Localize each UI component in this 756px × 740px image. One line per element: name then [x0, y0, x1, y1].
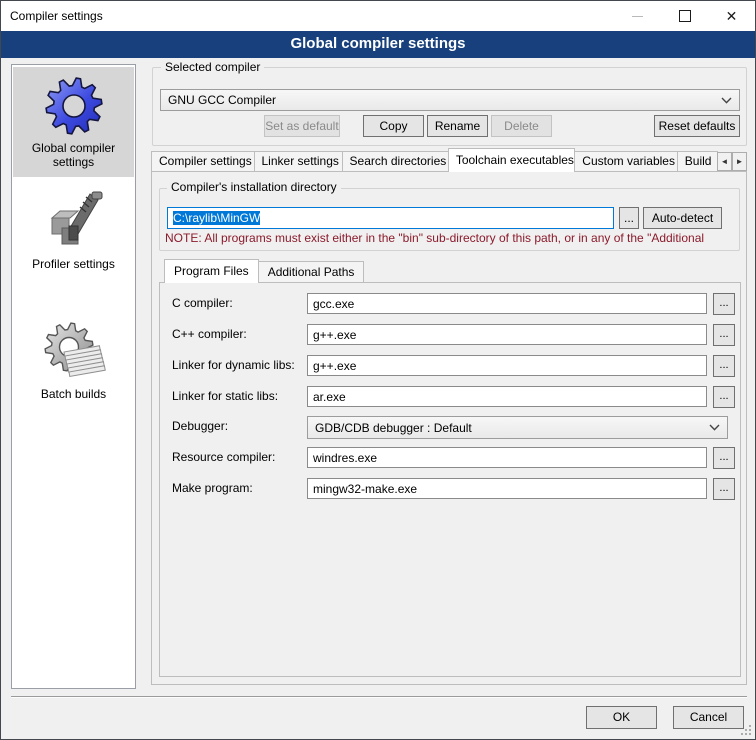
subtab-program-files[interactable]: Program Files — [164, 259, 259, 283]
tab-compiler-settings[interactable]: Compiler settings — [151, 151, 255, 171]
set-as-default-button[interactable]: Set as default — [264, 115, 340, 137]
tab-scroll-left-button[interactable]: ◄ — [717, 152, 732, 171]
cancel-button[interactable]: Cancel — [673, 706, 744, 729]
gear-stack-icon — [42, 320, 106, 384]
ok-button[interactable]: OK — [586, 706, 657, 729]
debugger-select[interactable]: GDB/CDB debugger : Default — [307, 416, 728, 439]
selected-compiler-group: Selected compiler GNU GCC Compiler Set a… — [152, 67, 747, 146]
field-label: Linker for static libs: — [172, 389, 278, 403]
program-files-panel: C compiler: ... C++ compiler: ... Linker… — [159, 282, 741, 677]
sidebar-item-label: Batch builds — [13, 387, 134, 401]
blue-gear-icon — [42, 74, 106, 138]
browse-resource-compiler-button[interactable]: ... — [713, 447, 735, 469]
cpp-compiler-input[interactable] — [307, 324, 707, 345]
compiler-select-value: GNU GCC Compiler — [168, 93, 276, 107]
reset-defaults-button[interactable]: Reset defaults — [654, 115, 740, 137]
sidebar-item-batch-builds[interactable]: Batch builds — [13, 313, 134, 409]
resize-grip[interactable] — [749, 733, 751, 735]
static-linker-input[interactable] — [307, 386, 707, 407]
chevron-down-icon — [721, 97, 732, 104]
sidebar-item-profiler-settings[interactable]: Profiler settings — [13, 183, 134, 279]
maximize-icon — [679, 10, 691, 22]
copy-button[interactable]: Copy — [363, 115, 424, 137]
window-title: Compiler settings — [10, 9, 103, 23]
caliper-icon — [42, 190, 106, 254]
installation-directory-input[interactable]: C:\raylib\MinGW — [167, 207, 614, 229]
c-compiler-input[interactable] — [307, 293, 707, 314]
close-button[interactable]: ✕ — [708, 1, 755, 31]
selected-path-text: C:\raylib\MinGW — [173, 211, 260, 225]
tab-scroll-right-button[interactable]: ► — [732, 152, 747, 171]
minimize-button[interactable] — [614, 1, 661, 31]
field-row-resource-compiler: Resource compiler: ... — [160, 447, 740, 471]
field-row-dynamic-linker: Linker for dynamic libs: ... — [160, 355, 740, 379]
browse-static-linker-button[interactable]: ... — [713, 386, 735, 408]
sidebar-item-global-compiler-settings[interactable]: Global compiler settings — [13, 67, 134, 177]
settings-tabs: Compiler settings Linker settings Search… — [151, 148, 747, 171]
page-title: Global compiler settings — [1, 31, 755, 58]
debugger-select-value: GDB/CDB debugger : Default — [315, 421, 472, 435]
toolchain-executables-panel: Compiler's installation directory C:\ray… — [151, 171, 747, 685]
auto-detect-button[interactable]: Auto-detect — [643, 207, 722, 229]
field-row-static-linker: Linker for static libs: ... — [160, 386, 740, 410]
settings-category-list: Global compiler settings Profiler settin… — [11, 64, 136, 689]
dynamic-linker-input[interactable] — [307, 355, 707, 376]
field-row-make-program: Make program: ... — [160, 478, 740, 502]
tab-toolchain-executables[interactable]: Toolchain executables — [448, 148, 575, 172]
browse-c-compiler-button[interactable]: ... — [713, 293, 735, 315]
browse-cpp-compiler-button[interactable]: ... — [713, 324, 735, 346]
delete-button[interactable]: Delete — [491, 115, 552, 137]
maximize-button[interactable] — [661, 1, 708, 31]
group-label: Compiler's installation directory — [167, 180, 341, 194]
browse-directory-button[interactable]: ... — [619, 207, 639, 229]
field-label: Debugger: — [172, 419, 228, 433]
bin-subdirectory-note: NOTE: All programs must exist either in … — [165, 231, 745, 245]
tab-linker-settings[interactable]: Linker settings — [254, 151, 343, 171]
titlebar-buttons: ✕ — [614, 1, 755, 31]
tab-build-options[interactable]: Build — [677, 151, 718, 171]
titlebar: Compiler settings ✕ — [1, 1, 755, 31]
chevron-down-icon — [709, 424, 720, 431]
close-icon: ✕ — [726, 9, 738, 23]
field-label: Linker for dynamic libs: — [172, 358, 295, 372]
minimize-icon — [632, 16, 643, 17]
sidebar-item-label: Global compiler settings — [13, 141, 134, 169]
field-label: Resource compiler: — [172, 450, 275, 464]
field-label: C compiler: — [172, 296, 233, 310]
make-program-input[interactable] — [307, 478, 707, 499]
compiler-settings-window: Compiler settings ✕ Global compiler sett… — [0, 0, 756, 740]
tab-search-directories[interactable]: Search directories — [342, 151, 449, 171]
browse-make-program-button[interactable]: ... — [713, 478, 735, 500]
field-row-cpp-compiler: C++ compiler: ... — [160, 324, 740, 348]
subtab-additional-paths[interactable]: Additional Paths — [258, 261, 365, 282]
field-row-c-compiler: C compiler: ... — [160, 293, 740, 317]
compiler-select[interactable]: GNU GCC Compiler — [160, 89, 740, 111]
resource-compiler-input[interactable] — [307, 447, 707, 468]
rename-button[interactable]: Rename — [427, 115, 488, 137]
field-row-debugger: Debugger: GDB/CDB debugger : Default — [160, 416, 740, 440]
program-tabs: Program Files Additional Paths — [164, 258, 363, 282]
sidebar-item-label: Profiler settings — [13, 257, 134, 271]
field-label: Make program: — [172, 481, 253, 495]
group-label: Selected compiler — [161, 60, 264, 74]
footer-divider — [11, 696, 747, 698]
field-label: C++ compiler: — [172, 327, 247, 341]
tab-custom-variables[interactable]: Custom variables — [574, 151, 678, 171]
browse-dynamic-linker-button[interactable]: ... — [713, 355, 735, 377]
